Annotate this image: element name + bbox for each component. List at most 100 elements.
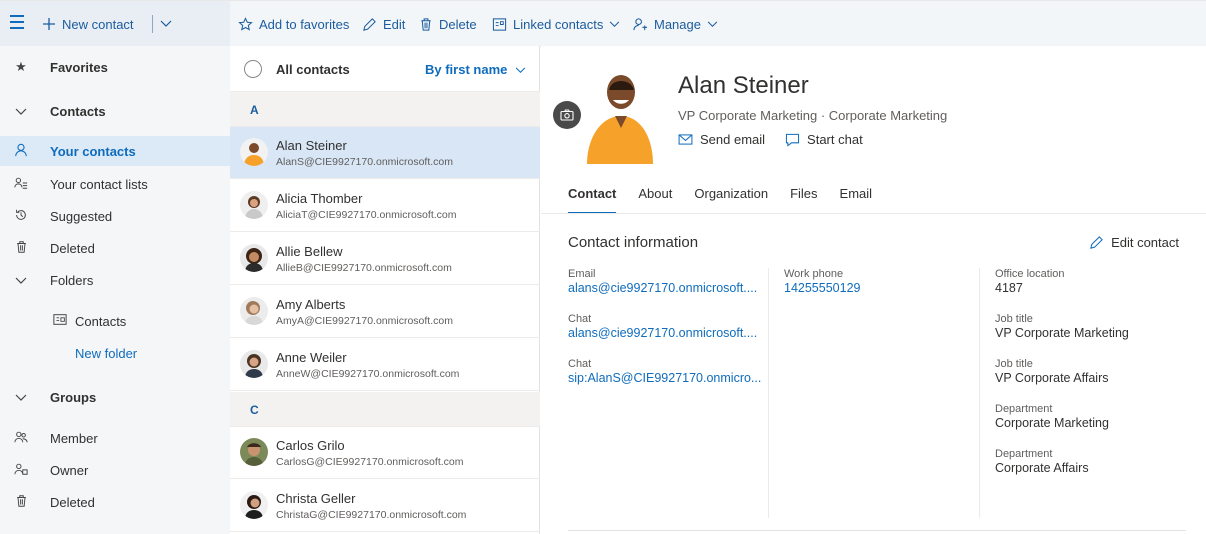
- contact-card-icon: [52, 313, 68, 329]
- contact-email: CarlosG@CIE9927170.onmicrosoft.com: [276, 456, 464, 468]
- chat-sip-link[interactable]: sip:AlanS@CIE9927170.onmicro...: [568, 371, 768, 385]
- contact-name: Alan Steiner: [276, 138, 347, 153]
- tab-about[interactable]: About: [638, 186, 672, 214]
- field-label: Department: [995, 403, 1053, 415]
- nav-folder-contacts[interactable]: Contacts: [0, 306, 230, 336]
- linked-contacts-button[interactable]: Linked contacts: [492, 14, 626, 34]
- field-value: VP Corporate Marketing: [995, 326, 1129, 340]
- nav-deleted-label: Deleted: [50, 240, 95, 256]
- field-value: Corporate Marketing: [995, 416, 1109, 430]
- group-letter: A: [250, 103, 259, 117]
- star-outline-icon: [238, 16, 253, 31]
- work-phone-link[interactable]: 14255550129: [784, 281, 974, 295]
- sort-dropdown[interactable]: By first name: [425, 62, 526, 77]
- nav-suggested[interactable]: Suggested: [0, 201, 230, 231]
- nav-owner-label: Owner: [50, 462, 89, 478]
- trash-icon: [13, 240, 29, 257]
- nav-your-contact-lists[interactable]: Your contact lists: [0, 169, 230, 199]
- contact-row[interactable]: Alan Steiner AlanS@CIE9927170.onmicrosof…: [230, 127, 540, 179]
- left-navigation: ★ Favorites Contacts Your contacts Your …: [0, 46, 230, 534]
- chevron-down-icon: [13, 390, 29, 405]
- nav-deleted[interactable]: Deleted: [0, 233, 230, 263]
- nav-contacts-header[interactable]: Contacts: [0, 96, 230, 126]
- edit-contact-button[interactable]: Edit contact: [1089, 235, 1179, 250]
- add-to-favorites-button[interactable]: Add to favorites: [238, 14, 349, 34]
- field-label: Department: [995, 448, 1053, 460]
- edit-button[interactable]: Edit: [362, 14, 405, 34]
- command-bar-right: Add to favorites Edit Delete Linked cont…: [230, 1, 1206, 47]
- tab-contact[interactable]: Contact: [568, 186, 617, 214]
- field-department: Department Corporate Marketing: [995, 403, 1195, 430]
- contact-row[interactable]: Anne Weiler AnneW@CIE9927170.onmicrosoft…: [230, 339, 540, 391]
- plus-icon: [43, 18, 55, 30]
- section-title: Contact information: [568, 234, 699, 251]
- new-contact-dropdown[interactable]: [160, 14, 178, 34]
- avatar: [240, 491, 268, 519]
- contact-row[interactable]: Allie Bellew AllieB@CIE9927170.onmicroso…: [230, 233, 540, 285]
- contact-row[interactable]: Amy Alberts AmyA@CIE9927170.onmicrosoft.…: [230, 286, 540, 338]
- change-photo-button[interactable]: [553, 101, 581, 129]
- tab-organization[interactable]: Organization: [694, 186, 768, 214]
- mail-icon: [678, 134, 693, 145]
- field-label: Email: [568, 268, 596, 280]
- edit-label: Edit: [383, 16, 406, 32]
- contact-list-header: All contacts By first name: [230, 46, 540, 92]
- select-all-checkbox[interactable]: [244, 60, 262, 78]
- contact-row[interactable]: Carlos Grilo CarlosG@CIE9927170.onmicros…: [230, 427, 540, 479]
- delete-button[interactable]: Delete: [419, 14, 477, 34]
- toolbar-divider: [152, 15, 153, 33]
- group-header-a: A: [230, 92, 540, 127]
- nav-new-folder[interactable]: New folder: [0, 338, 230, 368]
- chevron-down-icon: [160, 20, 172, 27]
- nav-your-contacts[interactable]: Your contacts: [0, 136, 230, 166]
- section-bottom-divider: [568, 530, 1186, 531]
- field-label: Office location: [995, 268, 1065, 280]
- send-email-button[interactable]: Send email: [678, 132, 765, 147]
- nav-favorites[interactable]: ★ Favorites: [0, 52, 230, 82]
- field-value: Corporate Affairs: [995, 461, 1089, 475]
- contact-info-column-1: Email alans@cie9927170.onmicrosoft.... C…: [568, 268, 768, 403]
- manage-label: Manage: [654, 16, 701, 32]
- nav-member-label: Member: [50, 430, 98, 446]
- chat-link[interactable]: alans@cie9927170.onmicrosoft....: [568, 326, 768, 340]
- email-link[interactable]: alans@cie9927170.onmicrosoft....: [568, 281, 768, 295]
- new-contact-button[interactable]: New contact: [42, 14, 134, 34]
- manage-button[interactable]: Manage: [633, 14, 724, 34]
- nav-folders-header[interactable]: Folders: [0, 265, 230, 295]
- people-owner-icon: [13, 462, 29, 479]
- avatar: [240, 297, 268, 325]
- nav-member[interactable]: Member: [0, 423, 230, 453]
- contact-email: AmyA@CIE9927170.onmicrosoft.com: [276, 315, 453, 327]
- hamburger-menu-icon[interactable]: [10, 15, 28, 31]
- people-icon: [13, 430, 29, 447]
- contact-photo: [579, 66, 659, 164]
- pencil-icon: [1090, 236, 1103, 249]
- tab-email[interactable]: Email: [840, 186, 873, 214]
- contact-name: Allie Bellew: [276, 244, 343, 259]
- contact-email: AlanS@CIE9927170.onmicrosoft.com: [276, 156, 453, 168]
- nav-owner[interactable]: Owner: [0, 455, 230, 485]
- send-email-label: Send email: [700, 132, 766, 147]
- nav-groups-header[interactable]: Groups: [0, 382, 230, 412]
- delete-label: Delete: [439, 16, 477, 32]
- field-value: 4187: [995, 281, 1023, 295]
- contact-info-column-2: Work phone 14255550129: [784, 268, 974, 313]
- star-filled-icon: ★: [15, 59, 27, 74]
- contact-row[interactable]: Alicia Thomber AliciaT@CIE9927170.onmicr…: [230, 180, 540, 232]
- nav-new-folder-label: New folder: [75, 345, 138, 361]
- field-chat-sip: Chat sip:AlanS@CIE9927170.onmicro...: [568, 358, 768, 385]
- start-chat-button[interactable]: Start chat: [785, 132, 863, 147]
- nav-groups-deleted-label: Deleted: [50, 494, 95, 510]
- contact-info-column-3: Office location 4187 Job title VP Corpor…: [995, 268, 1195, 493]
- nav-contacts-label: Contacts: [50, 103, 106, 119]
- contact-tabs: Contact About Organization Files Email: [568, 186, 894, 214]
- chevron-down-icon: [610, 21, 620, 27]
- tab-files[interactable]: Files: [790, 186, 817, 214]
- contact-row[interactable]: Christa Geller ChristaG@CIE9927170.onmic…: [230, 480, 540, 532]
- field-office-location: Office location 4187: [995, 268, 1195, 295]
- linked-contacts-label: Linked contacts: [513, 16, 604, 32]
- contact-actions: Send email Start chat: [678, 132, 863, 147]
- contact-display-name: Alan Steiner: [678, 72, 809, 99]
- nav-your-contact-lists-label: Your contact lists: [50, 176, 148, 192]
- nav-groups-deleted[interactable]: Deleted: [0, 487, 230, 517]
